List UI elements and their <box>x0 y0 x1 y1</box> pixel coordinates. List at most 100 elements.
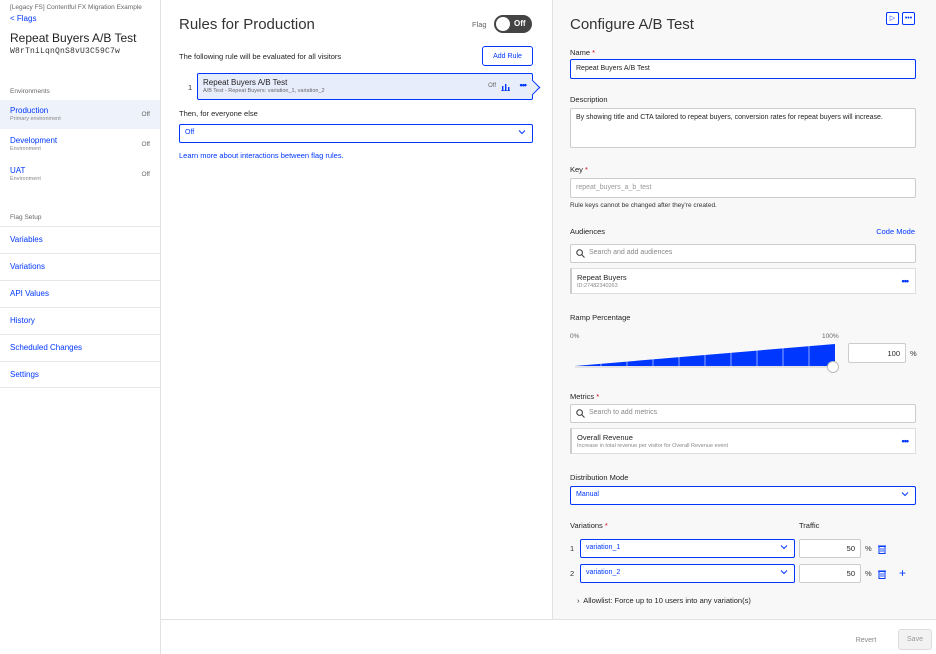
variation-select[interactable]: variation_1 <box>580 539 795 558</box>
percent-sign: % <box>910 349 917 358</box>
description-textarea[interactable]: By showing title and CTA tailored to rep… <box>570 108 916 148</box>
breadcrumb[interactable]: [Legacy FS] Contentful FX Migration Exam… <box>10 4 142 11</box>
save-button[interactable]: Save <box>898 629 932 650</box>
more-options-icon[interactable]: ••• <box>902 276 910 286</box>
variation-name: variation_1 <box>586 544 621 551</box>
metric-name: Overall Revenue <box>577 433 633 442</box>
rule-description: The following rule will be evaluated for… <box>179 52 342 61</box>
key-label: Key * <box>570 165 588 174</box>
env-item-uat[interactable]: UAT Environment Off <box>0 160 160 189</box>
variation-traffic-input[interactable]: 50 <box>799 539 861 558</box>
everyone-else-value: Off <box>185 129 195 136</box>
allowlist-label: Allowlist: Force up to 10 users into any… <box>583 596 751 605</box>
add-variation-icon[interactable]: + <box>899 566 906 580</box>
audience-search-input[interactable]: Search and add audiences <box>570 244 916 263</box>
distribution-label: Distribution Mode <box>570 473 629 482</box>
name-label: Name * <box>570 48 596 57</box>
ramp-slider[interactable] <box>573 342 839 376</box>
env-name: Production <box>10 106 49 115</box>
env-item-production[interactable]: Production Primary environment Off <box>0 100 160 129</box>
bar-chart-icon[interactable] <box>501 82 510 91</box>
variation-number: 2 <box>570 569 575 578</box>
chevron-down-icon <box>780 570 788 575</box>
env-name: UAT <box>10 166 26 175</box>
ramp-percentage-input[interactable]: 100 <box>848 343 906 363</box>
play-icon[interactable]: ▷ <box>886 12 899 25</box>
environments-heading: Environments <box>10 88 50 95</box>
flag-toggle[interactable]: Off <box>494 15 532 33</box>
flag-toggle-label: Flag <box>472 20 487 29</box>
sidebar: [Legacy FS] Contentful FX Migration Exam… <box>0 0 161 654</box>
ramp-min-label: 0% <box>570 333 580 340</box>
traffic-label: Traffic <box>799 521 820 530</box>
metrics-search-placeholder: Search to add metrics <box>589 409 658 416</box>
more-options-icon[interactable]: ••• <box>520 80 528 90</box>
env-status: Off <box>141 141 150 148</box>
key-hint: Rule keys cannot be changed after they'r… <box>570 202 717 209</box>
setup-item-settings[interactable]: Settings <box>0 361 160 388</box>
toggle-knob <box>496 17 510 31</box>
env-item-development[interactable]: Development Environment Off <box>0 130 160 159</box>
rule-card[interactable]: Repeat Buyers A/B Test A/B Test - Repeat… <box>197 73 533 100</box>
more-options-icon[interactable]: ••• <box>902 436 910 446</box>
toggle-state-text: Off <box>514 19 526 28</box>
ramp-max-label: 100% <box>822 333 839 340</box>
search-icon <box>576 249 585 258</box>
trash-icon[interactable] <box>877 544 887 554</box>
learn-more-link[interactable]: Learn more about interactions between fl… <box>179 151 344 160</box>
rule-status: Off <box>488 83 496 89</box>
percent-sign: % <box>865 544 872 553</box>
ramp-thumb[interactable] <box>827 361 839 373</box>
search-icon <box>576 409 585 418</box>
flag-setup-heading: Flag Setup <box>10 214 42 221</box>
variations-label: Variations * <box>570 521 608 530</box>
setup-item-variables[interactable]: Variables <box>0 226 160 253</box>
more-options-icon[interactable]: ••• <box>902 12 915 25</box>
everyone-else-select[interactable]: Off <box>179 124 533 143</box>
env-status: Off <box>141 171 150 178</box>
audiences-label: Audiences <box>570 227 606 236</box>
audience-id: ID:27482340263 <box>577 283 618 289</box>
config-title: Configure A/B Test <box>570 16 694 33</box>
percent-sign: % <box>865 569 872 578</box>
footer-bar: Revert Save <box>161 619 936 654</box>
chevron-down-icon <box>901 492 909 497</box>
setup-item-api-values[interactable]: API Values <box>0 280 160 307</box>
ramp-label: Ramp Percentage <box>570 313 631 322</box>
metric-card: Overall Revenue Increase in total revenu… <box>570 428 916 454</box>
audience-search-placeholder: Search and add audiences <box>589 249 673 256</box>
setup-item-variations[interactable]: Variations <box>0 253 160 280</box>
chevron-down-icon <box>518 130 526 135</box>
distribution-mode-select[interactable]: Manual <box>570 486 916 505</box>
description-label: Description <box>570 95 608 104</box>
variation-name: variation_2 <box>586 569 621 576</box>
name-input[interactable]: Repeat Buyers A/B Test <box>570 59 916 79</box>
key-input[interactable]: repeat_buyers_a_b_test <box>570 178 916 198</box>
rule-subtitle: A/B Test - Repeat Buyers: variation_1, v… <box>203 88 325 94</box>
variation-number: 1 <box>570 544 575 553</box>
setup-item-scheduled-changes[interactable]: Scheduled Changes <box>0 334 160 361</box>
back-to-flags-link[interactable]: < Flags <box>10 14 36 23</box>
add-rule-button[interactable]: Add Rule <box>482 46 533 66</box>
rule-number: 1 <box>188 83 193 92</box>
variation-traffic-input[interactable]: 50 <box>799 564 861 583</box>
env-status: Off <box>141 111 150 118</box>
setup-item-history[interactable]: History <box>0 307 160 334</box>
env-name: Development <box>10 136 58 145</box>
allowlist-toggle[interactable]: › Allowlist: Force up to 10 users into a… <box>577 596 751 605</box>
else-label: Then, for everyone else <box>179 109 258 118</box>
revert-button[interactable]: Revert <box>848 630 884 650</box>
metric-subtitle: Increase in total revenue per visitor fo… <box>577 443 729 449</box>
metrics-label: Metrics * <box>570 392 600 401</box>
env-sub: Environment <box>10 146 41 152</box>
chevron-down-icon <box>780 545 788 550</box>
config-panel: Configure A/B Test ▷ ••• Name * Repeat B… <box>552 0 936 619</box>
code-mode-link[interactable]: Code Mode <box>876 227 915 236</box>
flag-title: Repeat Buyers A/B Test <box>10 31 137 45</box>
rule-name: Repeat Buyers A/B Test <box>203 78 288 87</box>
flag-key: W8rTniLqnQnS8vU3C59C7w <box>10 47 121 56</box>
variation-select[interactable]: variation_2 <box>580 564 795 583</box>
metrics-search-input[interactable]: Search to add metrics <box>570 404 916 423</box>
trash-icon[interactable] <box>877 569 887 579</box>
rules-title: Rules for Production <box>179 16 315 33</box>
